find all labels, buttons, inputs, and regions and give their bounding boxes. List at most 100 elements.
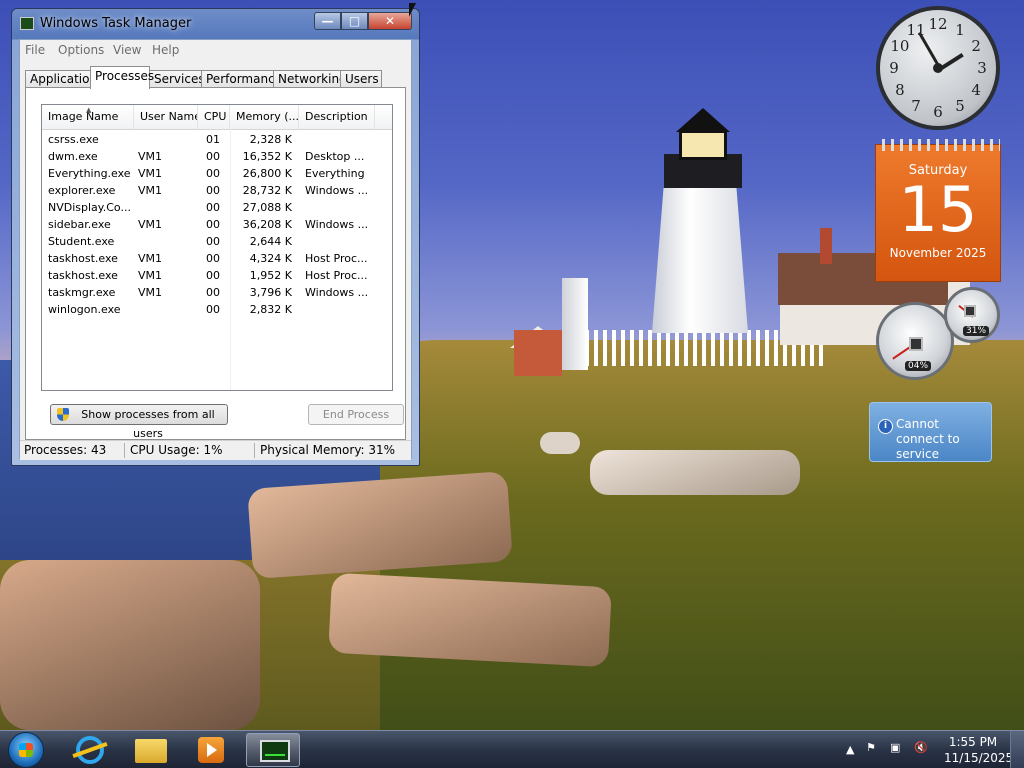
process-name: NVDisplay.Co... <box>48 201 131 214</box>
process-list[interactable]: ▲ Image Name User Name CPU Memory (... D… <box>41 104 393 391</box>
process-row[interactable]: dwm.exe VM1 00 16,352 K Desktop ... <box>42 148 392 165</box>
info-icon: i <box>878 419 893 434</box>
memory-meter-value: 31% <box>963 326 990 336</box>
end-process-button[interactable]: End Process <box>308 404 404 425</box>
taskbar: ▲ ⚑ ▣ 🔇 1:55 PM 11/15/2025 <box>0 730 1024 768</box>
process-desc: Host Proc... <box>305 252 368 265</box>
process-name: dwm.exe <box>48 150 98 163</box>
process-user: VM1 <box>138 269 163 282</box>
process-rows: csrss.exe 01 2,328 K dwm.exe VM1 00 16,352 K De… <box>42 131 392 318</box>
show-hidden-icons-icon[interactable]: ▲ <box>846 743 854 756</box>
process-desc: Host Proc... <box>305 269 368 282</box>
taskbar-windows-explorer[interactable] <box>123 733 177 767</box>
show-desktop-button[interactable] <box>1010 731 1024 768</box>
cpu-chip-icon <box>909 337 923 351</box>
memory-meter-gadget[interactable]: 31% <box>944 287 1000 343</box>
title-bar[interactable]: Windows Task Manager — □ ✕ <box>12 9 419 39</box>
process-mem: 36,208 K <box>242 218 292 231</box>
status-bar: Processes: 43 CPU Usage: 1% Physical Mem… <box>20 440 411 460</box>
window-client-area: File Options View Help Applications Proc… <box>19 39 412 460</box>
shed <box>514 330 562 376</box>
process-desc: Desktop ... <box>305 150 365 163</box>
process-row[interactable]: taskhost.exe VM1 00 4,324 K Host Proc... <box>42 250 392 267</box>
process-row[interactable]: NVDisplay.Co... 00 27,088 K <box>42 199 392 216</box>
chimney <box>820 228 832 264</box>
process-row[interactable]: winlogon.exe 00 2,832 K <box>42 301 392 318</box>
taskbar-clock[interactable]: 1:55 PM 11/15/2025 <box>944 734 1013 766</box>
network-icon[interactable]: ▣ <box>890 741 900 754</box>
calendar-date: 15 <box>898 173 978 246</box>
process-row[interactable]: Student.exe 00 2,644 K <box>42 233 392 250</box>
process-mem: 3,796 K <box>249 286 292 299</box>
process-user: VM1 <box>138 184 163 197</box>
cpu-meter-gadget[interactable]: 04% <box>876 302 954 380</box>
tab-processes[interactable]: Processes <box>90 66 154 89</box>
process-name: Everything.exe <box>48 167 131 180</box>
column-cpu[interactable]: CPU <box>198 105 230 129</box>
minimize-button[interactable]: — <box>314 12 341 30</box>
processes-panel: ▲ Image Name User Name CPU Memory (... D… <box>25 87 406 440</box>
process-name: csrss.exe <box>48 133 99 146</box>
column-image-name[interactable]: ▲ Image Name <box>42 105 134 129</box>
process-cpu: 00 <box>206 184 220 197</box>
volume-muted-icon[interactable]: 🔇 <box>914 741 928 754</box>
process-name: taskhost.exe <box>48 269 118 282</box>
clock-number: 6 <box>933 103 943 121</box>
process-name: Student.exe <box>48 235 115 248</box>
process-row[interactable]: Everything.exe VM1 00 26,800 K Everything <box>42 165 392 182</box>
process-desc: Windows ... <box>305 286 369 299</box>
show-all-processes-label: Show processes from all users <box>81 408 215 440</box>
column-memory[interactable]: Memory (... <box>230 105 299 129</box>
rock <box>328 572 612 668</box>
process-mem: 16,352 K <box>242 150 292 163</box>
tab-services[interactable]: Services <box>149 70 205 88</box>
process-mem: 26,800 K <box>242 167 292 180</box>
column-user-name[interactable]: User Name <box>134 105 198 129</box>
process-row[interactable]: csrss.exe 01 2,328 K <box>42 131 392 148</box>
tab-users[interactable]: Users <box>340 70 382 88</box>
taskbar-internet-explorer[interactable] <box>62 733 116 767</box>
show-all-processes-button[interactable]: Show processes from all users <box>50 404 228 440</box>
clock-number: 8 <box>895 81 905 99</box>
start-button[interactable] <box>8 732 44 768</box>
taskbar-media-player[interactable] <box>184 733 238 767</box>
media-player-icon <box>198 737 224 763</box>
clock-gadget[interactable]: 12 1 2 3 4 5 6 7 8 9 10 11 <box>876 6 1000 130</box>
taskbar-task-manager[interactable] <box>246 733 300 767</box>
tab-performance[interactable]: Performance <box>201 70 282 88</box>
menu-options[interactable]: Options <box>58 43 104 57</box>
tab-applications[interactable]: Applications <box>25 70 103 88</box>
process-desc: Everything <box>305 167 365 180</box>
process-mem: 2,328 K <box>249 133 292 146</box>
internet-explorer-icon <box>76 736 104 764</box>
service-message-gadget[interactable]: i Cannot connect to service <box>869 402 992 462</box>
process-row[interactable]: sidebar.exe VM1 00 36,208 K Windows ... <box>42 216 392 233</box>
task-manager-window[interactable]: Windows Task Manager — □ ✕ File Options … <box>11 8 420 466</box>
tab-networking[interactable]: Networking <box>273 70 347 88</box>
process-row[interactable]: taskmgr.exe VM1 00 3,796 K Windows ... <box>42 284 392 301</box>
process-cpu: 00 <box>206 235 220 248</box>
column-description[interactable]: Description <box>299 105 375 129</box>
process-mem: 2,644 K <box>249 235 292 248</box>
calendar-gadget[interactable]: Saturday 15 November 2025 <box>875 139 1001 282</box>
maximize-button[interactable]: □ <box>341 12 368 30</box>
close-button[interactable]: ✕ <box>368 12 412 30</box>
clock-number: 7 <box>911 97 921 116</box>
process-row[interactable]: taskhost.exe VM1 00 1,952 K Host Proc... <box>42 267 392 284</box>
process-cpu: 00 <box>206 150 220 163</box>
process-cpu: 01 <box>206 133 220 146</box>
rock <box>0 560 260 730</box>
status-separator <box>124 443 125 458</box>
process-name: taskhost.exe <box>48 252 118 265</box>
rock <box>247 471 513 579</box>
process-list-header: ▲ Image Name User Name CPU Memory (... D… <box>42 105 392 130</box>
status-separator <box>254 443 255 458</box>
process-row[interactable]: explorer.exe VM1 00 28,732 K Windows ... <box>42 182 392 199</box>
lighthouse-lantern <box>679 130 727 160</box>
service-message-text: Cannot connect to service <box>896 417 960 461</box>
menu-file[interactable]: File <box>25 43 45 57</box>
menu-help[interactable]: Help <box>152 43 179 57</box>
action-center-flag-icon[interactable]: ⚑ <box>866 741 876 754</box>
menu-view[interactable]: View <box>113 43 141 57</box>
process-user: VM1 <box>138 286 163 299</box>
